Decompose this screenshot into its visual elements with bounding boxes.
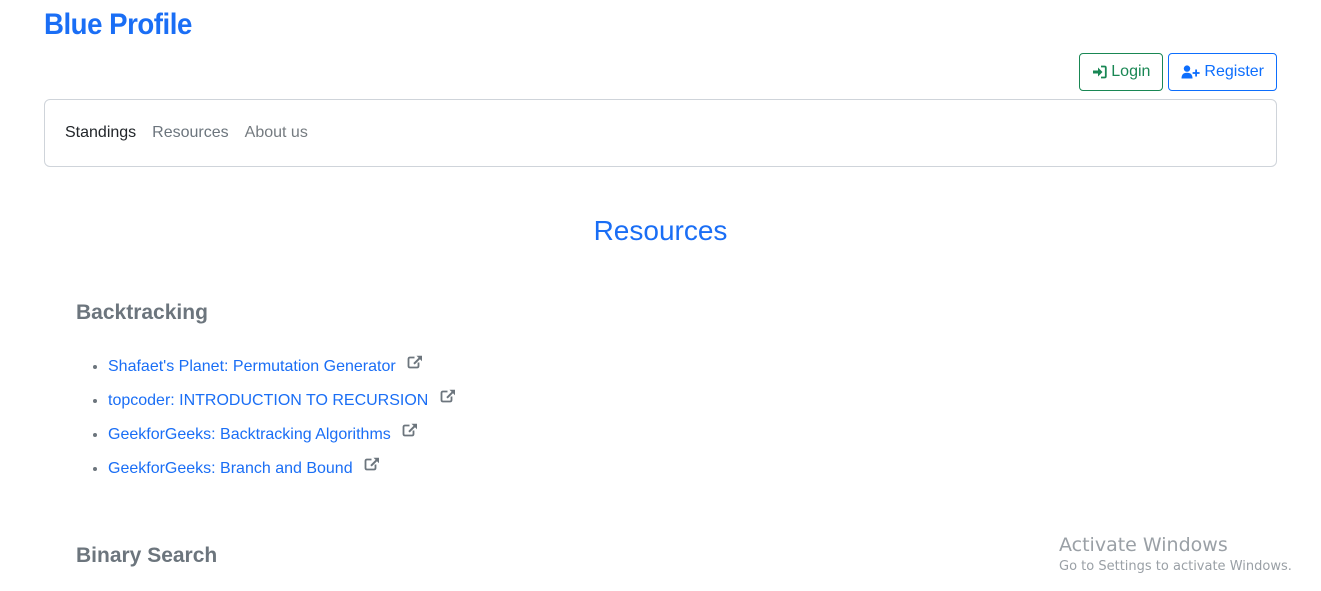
external-link-icon[interactable] — [440, 382, 456, 416]
resource-link[interactable]: Shafaet's Planet: Permutation Generator — [108, 358, 396, 375]
register-button[interactable]: Register — [1168, 53, 1277, 91]
brand-title[interactable]: Blue Profile — [44, 8, 192, 42]
register-label: Register — [1204, 63, 1264, 80]
section-heading-binary-search: Binary Search — [76, 544, 218, 567]
external-link-icon[interactable] — [364, 450, 380, 484]
resource-link[interactable]: GeekforGeeks: Branch and Bound — [108, 460, 353, 477]
watermark-title: Activate Windows — [1059, 534, 1228, 556]
resource-link[interactable]: GeekforGeeks: Backtracking Algorithms — [108, 426, 391, 443]
nav-standings[interactable]: Standings — [65, 124, 136, 142]
auth-buttons: Login Register — [1079, 53, 1277, 91]
external-link-icon[interactable] — [402, 416, 418, 450]
resource-link[interactable]: topcoder: INTRODUCTION TO RECURSION — [108, 392, 428, 409]
watermark-subtitle: Go to Settings to activate Windows. — [1059, 559, 1292, 574]
login-label: Login — [1111, 63, 1151, 80]
user-plus-icon — [1181, 65, 1201, 79]
login-button[interactable]: Login — [1079, 53, 1164, 91]
nav-about-us[interactable]: About us — [245, 124, 308, 142]
activate-windows-watermark: Activate Windows Go to Settings to activ… — [1059, 533, 1292, 577]
backtracking-resource-list: Shafaet's Planet: Permutation Generator … — [76, 350, 456, 486]
list-item: topcoder: INTRODUCTION TO RECURSION — [108, 384, 456, 418]
sign-in-icon — [1092, 65, 1107, 79]
list-item: Shafaet's Planet: Permutation Generator — [108, 350, 456, 384]
list-item: GeekforGeeks: Branch and Bound — [108, 452, 456, 486]
section-heading-backtracking: Backtracking — [76, 301, 208, 324]
list-item: GeekforGeeks: Backtracking Algorithms — [108, 418, 456, 452]
nav-resources[interactable]: Resources — [152, 124, 228, 142]
page-title: Resources — [593, 215, 728, 246]
main-navbar: Standings Resources About us — [44, 99, 1277, 167]
external-link-icon[interactable] — [407, 348, 423, 382]
